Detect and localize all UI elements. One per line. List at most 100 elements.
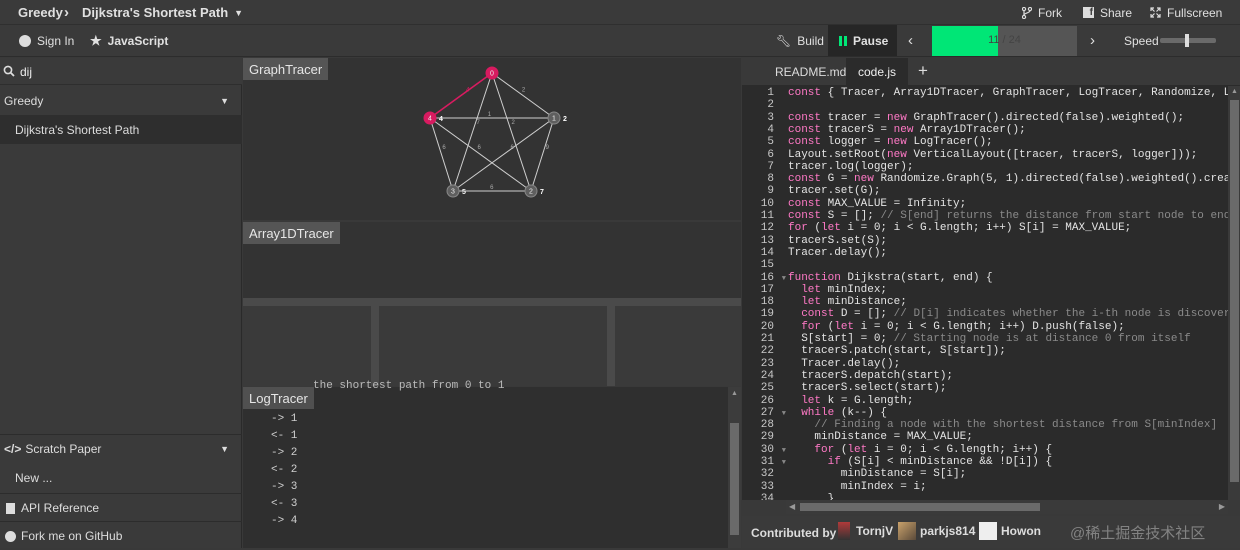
search-input[interactable] <box>20 63 230 80</box>
prev-step-button[interactable]: ‹ <box>908 28 913 53</box>
progress-bar[interactable]: 11 / 24 <box>932 26 1077 56</box>
add-tab-button[interactable]: + <box>918 61 928 81</box>
category-label: Greedy <box>4 93 44 108</box>
contributor-name: TornjV <box>856 524 894 538</box>
code-hscroll-thumb[interactable] <box>800 503 1040 511</box>
line-number: 34 <box>760 492 774 500</box>
edge-weight-label: 2 <box>512 120 516 126</box>
github-link[interactable]: Fork me on GitHub <box>0 521 242 550</box>
contributor-name: Howon <box>1001 524 1041 538</box>
graph-edge <box>452 72 493 192</box>
scroll-up-icon[interactable]: ▲ <box>1231 88 1238 95</box>
line-number: 32 <box>760 468 774 481</box>
log-line: -> 2 <box>271 447 298 459</box>
code-vertical-scrollbar[interactable]: ▲ <box>1228 86 1240 500</box>
contributors-footer: Contributed by TornjV parkjs814 Howon @稀… <box>742 516 1240 548</box>
code-scroll-thumb[interactable] <box>1230 100 1239 482</box>
edge-weight-label: 6 <box>490 185 494 191</box>
code-horizontal-scrollbar[interactable]: ◀ ▶ <box>786 500 1228 514</box>
line-number: 24 <box>760 369 774 382</box>
fold-icon[interactable]: ▼ <box>776 459 786 467</box>
graph-node-label: 2 <box>529 189 533 196</box>
scroll-right-icon[interactable]: ▶ <box>1219 502 1225 511</box>
code-line: Layout.setRoot(new VerticalLayout([trace… <box>788 148 1198 161</box>
line-number: 1 <box>767 87 774 99</box>
language-button[interactable]: ★ JavaScript <box>90 28 168 53</box>
graph-canvas[interactable]: 4 27 216 6 6 9601 22 73 54 4 <box>243 58 741 220</box>
graph-edge <box>530 117 555 192</box>
breadcrumb-algorithm[interactable]: Dijkstra's Shortest Path ▼ <box>82 0 243 25</box>
tab-readme[interactable]: README.md <box>775 65 846 79</box>
fold-icon[interactable]: ▼ <box>776 447 786 455</box>
tab-code-js[interactable]: code.js <box>846 58 909 86</box>
code-line: for (let i = 0; i < G.length; i++) D.pus… <box>801 320 1125 333</box>
scratch-paper-toggle[interactable]: </> Scratch Paper ▼ <box>0 434 242 463</box>
code-line: for (let i = 0; i < G.length; i++) S[i] … <box>788 222 1132 235</box>
watermark: @稀土掘金技术社区 <box>1070 525 1206 542</box>
log-scroll-thumb[interactable] <box>730 423 739 535</box>
speed-label: Speed <box>1124 33 1159 48</box>
fold-icon[interactable]: ▼ <box>776 275 786 283</box>
speed-slider[interactable] <box>1160 34 1216 47</box>
breadcrumb-separator: › <box>64 4 69 21</box>
progress-text: 11 / 24 <box>988 34 1021 46</box>
github-icon <box>5 530 16 542</box>
fullscreen-button[interactable]: Fullscreen <box>1150 0 1222 25</box>
line-number: 2 <box>767 99 774 112</box>
sidebar-category-greedy[interactable]: Greedy ▼ <box>0 86 242 115</box>
contributor-parkjs814[interactable]: parkjs814 <box>898 522 975 540</box>
code-line: tracerS.patch(start, S[start]); <box>788 345 1006 358</box>
github-icon <box>19 34 31 47</box>
line-number: 3 <box>767 111 774 124</box>
sign-in-button[interactable]: Sign In <box>19 28 74 53</box>
fold-icon[interactable]: ▼ <box>776 410 786 418</box>
log-tracer-title: LogTracer <box>243 387 314 409</box>
code-line: const G = new Randomize.Graph(5, 1).dire… <box>788 173 1228 186</box>
api-reference-link[interactable]: API Reference <box>0 493 242 522</box>
fork-button[interactable]: Fork <box>1022 0 1062 25</box>
graph-edge <box>429 72 493 119</box>
code-line: const MAX_VALUE = Infinity; <box>788 197 967 210</box>
code-line: tracerS.select(start); <box>788 382 947 395</box>
log-line: <- 3 <box>271 498 298 510</box>
log-tracer-pane: the shortest path from 0 to 1 LogTracer … <box>243 380 741 548</box>
next-step-button[interactable]: › <box>1090 28 1095 53</box>
scroll-left-icon[interactable]: ◀ <box>789 502 795 511</box>
sidebar-item-dijkstra[interactable]: Dijkstra's Shortest Path <box>0 115 242 144</box>
speed-slider-thumb[interactable] <box>1185 34 1190 47</box>
share-button[interactable]: f Share <box>1083 0 1132 25</box>
line-number: 18 <box>760 296 774 309</box>
code-line: Tracer.delay(); <box>788 357 901 370</box>
line-number: 16 <box>760 271 774 284</box>
code-line: let minDistance; <box>801 296 907 309</box>
build-button[interactable]: 🔧︎ Build <box>776 28 824 53</box>
array-tracer-pane: Array1DTracer <box>243 222 741 298</box>
avatar <box>838 522 850 540</box>
graph-node-label: 3 <box>451 189 455 196</box>
chevron-right-icon: › <box>1090 32 1095 49</box>
edge-weight-label: 6 <box>511 145 515 151</box>
code-line: while (k--) { <box>801 406 888 419</box>
contributor-howon[interactable]: Howon <box>979 522 1041 540</box>
contributor-tornjv[interactable]: TornjV <box>838 522 893 540</box>
graph-edge <box>429 117 532 192</box>
graph-node-label: 1 <box>552 116 556 123</box>
caret-down-icon: ▼ <box>234 7 244 18</box>
line-number: 33 <box>760 480 774 493</box>
line-number: 5 <box>767 136 774 149</box>
graph-edge <box>452 117 555 192</box>
code-editor[interactable]: 1 const { Tracer, Array1DTracer, GraphTra… <box>742 86 1228 500</box>
log-scrollbar[interactable]: ▲ <box>728 387 741 548</box>
line-number: 11 <box>760 210 774 222</box>
line-number: 14 <box>760 246 774 259</box>
scroll-up-icon[interactable]: ▲ <box>731 390 738 397</box>
pause-button[interactable]: Pause <box>828 25 897 56</box>
code-line: tracerS.set(S); <box>788 234 888 247</box>
line-number: 10 <box>760 197 774 210</box>
graph-node-distance: 4 <box>439 116 443 123</box>
new-scratch-button[interactable]: New ... <box>0 463 242 492</box>
graph-edge <box>491 72 555 119</box>
chevron-left-icon: ‹ <box>908 32 913 49</box>
breadcrumb-category[interactable]: Greedy <box>18 0 63 25</box>
pause-icon <box>839 35 847 46</box>
